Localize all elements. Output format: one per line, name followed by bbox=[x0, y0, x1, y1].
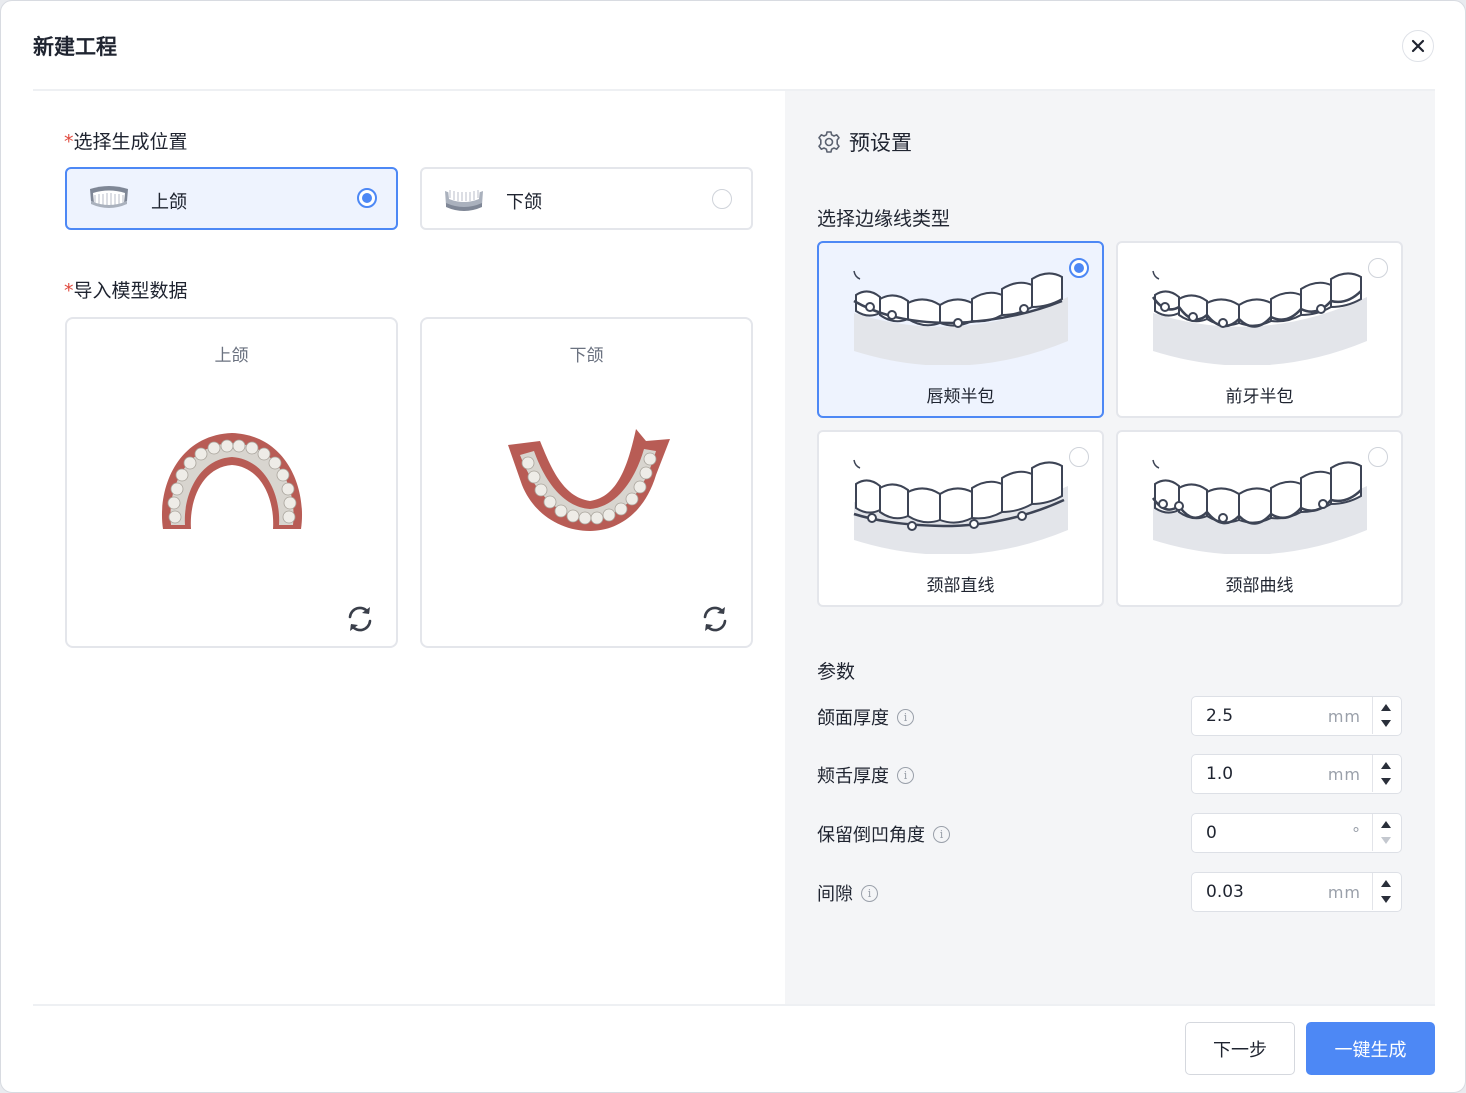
param-label: 颊舌厚度 bbox=[817, 766, 889, 787]
edge-type-label: 选择边缘线类型 bbox=[817, 208, 951, 230]
position-section-label: *选择生成位置 bbox=[64, 127, 188, 154]
up-arrow-icon[interactable] bbox=[1381, 762, 1391, 769]
down-arrow-icon[interactable] bbox=[1381, 778, 1391, 785]
down-arrow-icon[interactable] bbox=[1381, 720, 1391, 727]
param-gap: 间隙 i 0.03 mm bbox=[817, 872, 1402, 912]
edge-type-cervical-straight[interactable]: 颈部直线 bbox=[817, 430, 1104, 607]
model-caption: 下颌 bbox=[569, 346, 604, 366]
gap-input[interactable]: 0.03 mm bbox=[1191, 872, 1402, 912]
param-label: 保留倒凹角度 bbox=[817, 825, 925, 846]
info-icon[interactable]: i bbox=[861, 884, 878, 902]
radio-selected[interactable] bbox=[357, 188, 377, 208]
radio-unselected[interactable] bbox=[1069, 447, 1089, 467]
footer-divider bbox=[33, 1004, 1435, 1006]
refresh-icon[interactable] bbox=[345, 604, 375, 634]
jaw-option-lower[interactable]: 下颌 bbox=[420, 167, 753, 230]
required-mark: * bbox=[64, 280, 74, 302]
input-unit: mm bbox=[1327, 883, 1361, 902]
stepper bbox=[1372, 814, 1401, 851]
info-icon[interactable]: i bbox=[897, 708, 914, 726]
edge-type-label-text: 颈部直线 bbox=[926, 576, 995, 596]
buccal-lingual-thickness-input[interactable]: 1.0 mm bbox=[1191, 754, 1402, 794]
params-label: 参数 bbox=[817, 661, 856, 683]
edge-type-label-text: 唇颊半包 bbox=[926, 387, 995, 407]
jaw-option-label: 下颌 bbox=[506, 192, 542, 213]
param-label-group: 保留倒凹角度 i bbox=[817, 821, 950, 847]
occlusal-thickness-input[interactable]: 2.5 mm bbox=[1191, 696, 1402, 736]
lower-model-card[interactable]: 下颌 bbox=[420, 317, 753, 648]
edge-type-label-text: 颈部曲线 bbox=[1225, 576, 1294, 596]
param-label-group: 颌面厚度 i bbox=[817, 704, 914, 730]
input-unit: ° bbox=[1352, 824, 1361, 843]
close-icon bbox=[1411, 39, 1425, 53]
info-icon[interactable]: i bbox=[933, 825, 950, 843]
input-value[interactable]: 1.0 bbox=[1206, 764, 1233, 784]
position-label-text: 选择生成位置 bbox=[73, 131, 188, 153]
edge-type-illustration bbox=[853, 459, 1068, 554]
param-buccal-lingual-thickness: 颊舌厚度 i 1.0 mm bbox=[817, 754, 1402, 794]
input-value[interactable]: 0 bbox=[1206, 823, 1217, 843]
param-label: 间隙 bbox=[817, 884, 853, 905]
edge-type-illustration bbox=[1151, 270, 1367, 365]
gear-icon bbox=[818, 131, 840, 153]
up-arrow-icon[interactable] bbox=[1381, 821, 1391, 828]
new-project-dialog: 新建工程 *选择生成位置 上颌 下颌 *导入模型数据 上颌 下颌 预设置 选择边… bbox=[0, 0, 1466, 1093]
info-icon[interactable]: i bbox=[897, 766, 914, 784]
stepper bbox=[1372, 697, 1401, 734]
input-unit: mm bbox=[1327, 765, 1361, 784]
close-button[interactable] bbox=[1402, 30, 1434, 62]
radio-unselected[interactable] bbox=[1368, 258, 1388, 278]
jaw-option-upper[interactable]: 上颌 bbox=[65, 167, 398, 230]
model-caption: 上颌 bbox=[214, 346, 249, 366]
upper-model-card[interactable]: 上颌 bbox=[65, 317, 398, 648]
edge-type-anterior[interactable]: 前牙半包 bbox=[1116, 241, 1403, 418]
down-arrow-icon[interactable] bbox=[1381, 837, 1391, 844]
required-mark: * bbox=[64, 131, 74, 153]
param-occlusal-thickness: 颌面厚度 i 2.5 mm bbox=[817, 696, 1402, 736]
radio-selected[interactable] bbox=[1069, 258, 1089, 278]
input-value[interactable]: 2.5 bbox=[1206, 706, 1233, 726]
import-label-text: 导入模型数据 bbox=[73, 280, 188, 302]
preset-title: 预设置 bbox=[849, 131, 912, 155]
param-undercut-angle: 保留倒凹角度 i 0 ° bbox=[817, 813, 1402, 853]
edge-type-labial-buccal[interactable]: 唇颊半包 bbox=[817, 241, 1104, 418]
refresh-icon[interactable] bbox=[700, 604, 730, 634]
radio-unselected[interactable] bbox=[1368, 447, 1388, 467]
edge-type-illustration bbox=[1151, 459, 1367, 554]
edge-type-cervical-curve[interactable]: 颈部曲线 bbox=[1116, 430, 1403, 607]
param-label: 颌面厚度 bbox=[817, 708, 889, 729]
undercut-angle-input[interactable]: 0 ° bbox=[1191, 813, 1402, 853]
jaw-option-label: 上颌 bbox=[151, 192, 187, 213]
edge-type-illustration bbox=[853, 270, 1068, 365]
upper-jaw-model-image bbox=[161, 433, 303, 529]
up-arrow-icon[interactable] bbox=[1381, 880, 1391, 887]
input-value[interactable]: 0.03 bbox=[1206, 882, 1244, 902]
preset-header: 预设置 bbox=[817, 127, 912, 157]
next-step-button[interactable]: 下一步 bbox=[1185, 1022, 1295, 1075]
dialog-title: 新建工程 bbox=[33, 35, 117, 59]
radio-unselected[interactable] bbox=[712, 189, 732, 209]
upper-jaw-thumbnail bbox=[90, 186, 128, 208]
stepper bbox=[1372, 873, 1401, 910]
param-label-group: 颊舌厚度 i bbox=[817, 762, 914, 788]
stepper bbox=[1372, 755, 1401, 792]
up-arrow-icon[interactable] bbox=[1381, 704, 1391, 711]
down-arrow-icon[interactable] bbox=[1381, 896, 1391, 903]
edge-type-label-text: 前牙半包 bbox=[1225, 387, 1294, 407]
generate-button[interactable]: 一键生成 bbox=[1306, 1022, 1435, 1075]
lower-jaw-thumbnail bbox=[445, 189, 483, 211]
param-label-group: 间隙 i bbox=[817, 880, 878, 906]
input-unit: mm bbox=[1327, 707, 1361, 726]
lower-jaw-model-image bbox=[508, 429, 670, 531]
import-section-label: *导入模型数据 bbox=[64, 276, 188, 303]
